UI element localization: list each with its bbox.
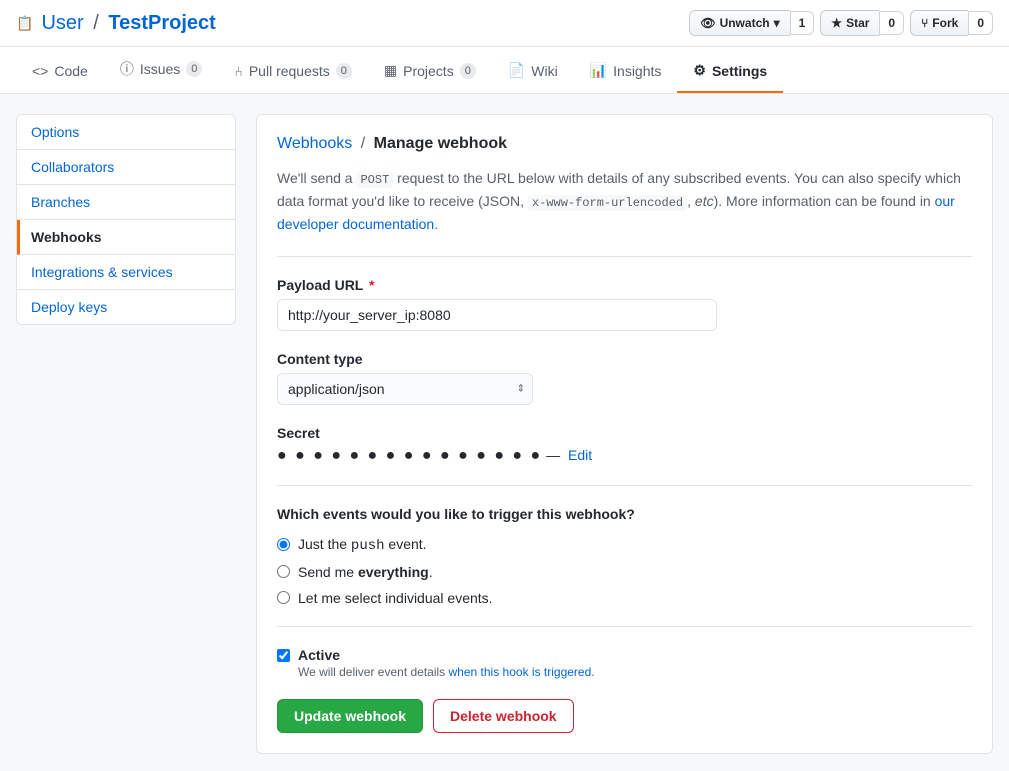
pr-icon: ⑃ xyxy=(234,63,242,79)
content-type-label: Content type xyxy=(277,351,972,367)
sidebar-item-integrations[interactable]: Integrations & services xyxy=(17,255,235,290)
active-title: Active xyxy=(298,647,595,663)
breadcrumb: Webhooks / Manage webhook xyxy=(277,135,972,153)
issues-icon: ⓘ xyxy=(120,59,134,79)
secret-value: ● ● ● ● ● ● ● ● ● ● ● ● ● ● ● — Edit xyxy=(277,447,972,465)
tab-insights-label: Insights xyxy=(613,63,661,79)
fork-count: 0 xyxy=(968,11,993,35)
repo-link[interactable]: TestProject xyxy=(108,12,215,34)
sidebar-item-branches[interactable]: Branches xyxy=(17,185,235,220)
tab-wiki[interactable]: 📄 Wiki xyxy=(492,50,574,93)
code-icon: <> xyxy=(32,63,48,79)
chevron-icon: ▾ xyxy=(774,16,780,30)
radio-individual-text: Let me select individual events. xyxy=(298,590,493,606)
tab-settings[interactable]: ⚙ Settings xyxy=(677,50,783,93)
radio-everything-input[interactable] xyxy=(277,565,290,578)
settings-icon: ⚙ xyxy=(693,62,706,79)
required-indicator: * xyxy=(369,277,374,293)
secret-dots: ● ● ● ● ● ● ● ● ● ● ● ● ● ● ● xyxy=(277,447,542,464)
breadcrumb-separator: / xyxy=(361,135,365,152)
content-panel: Webhooks / Manage webhook We'll send a P… xyxy=(256,114,993,754)
tab-projects[interactable]: ▦ Projects 0 xyxy=(368,50,492,93)
secret-edit-link[interactable]: Edit xyxy=(568,447,592,463)
tab-pr-label: Pull requests xyxy=(249,63,330,79)
star-icon: ★ xyxy=(831,16,842,30)
radio-everything[interactable]: Send me everything. xyxy=(277,564,972,580)
wiki-icon: 📄 xyxy=(508,62,525,79)
tab-wiki-label: Wiki xyxy=(531,63,557,79)
nav-tabs: <> Code ⓘ Issues 0 ⑃ Pull requests 0 ▦ P… xyxy=(0,47,1009,94)
tab-code-label: Code xyxy=(54,63,87,79)
active-section: Active We will deliver event details whe… xyxy=(277,647,972,679)
active-label: Active We will deliver event details whe… xyxy=(277,647,972,679)
radio-just-push-input[interactable] xyxy=(277,538,290,551)
sidebar-item-deploy-keys[interactable]: Deploy keys xyxy=(17,290,235,324)
active-desc-link[interactable]: when this hook is triggered xyxy=(449,665,592,679)
user-link[interactable]: User xyxy=(41,12,83,34)
description: We'll send a POST request to the URL bel… xyxy=(277,167,972,257)
star-button[interactable]: ★ Star xyxy=(820,10,879,36)
eye-icon: 👁 xyxy=(700,16,715,30)
unwatch-count: 1 xyxy=(790,11,815,35)
issues-count: 0 xyxy=(186,61,202,77)
delete-webhook-button[interactable]: Delete webhook xyxy=(433,699,574,733)
radio-individual[interactable]: Let me select individual events. xyxy=(277,590,972,606)
secret-label: Secret xyxy=(277,425,972,441)
payload-url-group: Payload URL * xyxy=(277,277,972,331)
tab-settings-label: Settings xyxy=(712,63,767,79)
active-description: We will deliver event details when this … xyxy=(298,665,595,679)
payload-url-label: Payload URL * xyxy=(277,277,972,293)
radio-individual-input[interactable] xyxy=(277,591,290,604)
unwatch-label: Unwatch xyxy=(720,16,770,30)
update-webhook-button[interactable]: Update webhook xyxy=(277,699,423,733)
active-checkbox[interactable] xyxy=(277,649,290,662)
separator: / xyxy=(93,12,99,34)
fork-label: Fork xyxy=(932,16,958,30)
radio-just-push[interactable]: Just the push event. xyxy=(277,536,972,554)
tab-code[interactable]: <> Code xyxy=(16,51,104,93)
tab-insights[interactable]: 📊 Insights xyxy=(574,50,678,93)
breadcrumb-current: Manage webhook xyxy=(374,135,507,152)
events-section: Which events would you like to trigger t… xyxy=(277,506,972,627)
fork-icon: ⑂ xyxy=(921,16,928,30)
content-type-group: Content type application/json applicatio… xyxy=(277,351,972,405)
content-type-select-wrapper: application/json application/x-www-form-… xyxy=(277,373,533,405)
star-label: Star xyxy=(846,16,869,30)
sidebar-nav: Options Collaborators Branches Webhooks … xyxy=(16,114,236,325)
fork-group: ⑂ Fork 0 xyxy=(910,10,993,36)
unwatch-group: 👁 Unwatch ▾ 1 xyxy=(689,10,814,36)
main-container: Options Collaborators Branches Webhooks … xyxy=(0,94,1009,771)
content-type-select[interactable]: application/json application/x-www-form-… xyxy=(277,373,533,405)
sidebar-item-collaborators[interactable]: Collaborators xyxy=(17,150,235,185)
repo-title: User / TestProject xyxy=(41,12,215,35)
secret-dash: — xyxy=(546,447,564,463)
tab-projects-label: Projects xyxy=(403,63,454,79)
repo-icon: 📋 xyxy=(16,15,33,32)
repo-header: 📋 User / TestProject 👁 Unwatch ▾ 1 ★ Sta… xyxy=(0,0,1009,47)
fork-button[interactable]: ⑂ Fork xyxy=(910,10,968,36)
tab-issues-label: Issues xyxy=(140,61,180,77)
star-group: ★ Star 0 xyxy=(820,10,904,36)
sidebar: Options Collaborators Branches Webhooks … xyxy=(16,114,236,754)
projects-icon: ▦ xyxy=(384,62,397,79)
unwatch-button[interactable]: 👁 Unwatch ▾ xyxy=(689,10,789,36)
pr-count: 0 xyxy=(336,63,352,79)
events-title: Which events would you like to trigger t… xyxy=(277,506,972,522)
insights-icon: 📊 xyxy=(590,62,607,79)
radio-everything-text: Send me everything. xyxy=(298,564,433,580)
tab-pull-requests[interactable]: ⑃ Pull requests 0 xyxy=(218,51,367,93)
sidebar-item-options[interactable]: Options xyxy=(17,115,235,150)
radio-group: Just the push event. Send me everything.… xyxy=(277,536,972,606)
tab-issues[interactable]: ⓘ Issues 0 xyxy=(104,47,219,93)
button-row: Update webhook Delete webhook xyxy=(277,699,972,733)
secret-section: Secret ● ● ● ● ● ● ● ● ● ● ● ● ● ● ● — E… xyxy=(277,425,972,486)
breadcrumb-link[interactable]: Webhooks xyxy=(277,135,352,152)
star-count: 0 xyxy=(879,11,904,35)
radio-just-push-text: Just the push event. xyxy=(298,536,427,554)
projects-count: 0 xyxy=(460,63,476,79)
header-actions: 👁 Unwatch ▾ 1 ★ Star 0 ⑂ Fork 0 xyxy=(689,10,993,36)
sidebar-item-webhooks[interactable]: Webhooks xyxy=(17,220,235,255)
payload-url-input[interactable] xyxy=(277,299,717,331)
active-info: Active We will deliver event details whe… xyxy=(298,647,595,679)
